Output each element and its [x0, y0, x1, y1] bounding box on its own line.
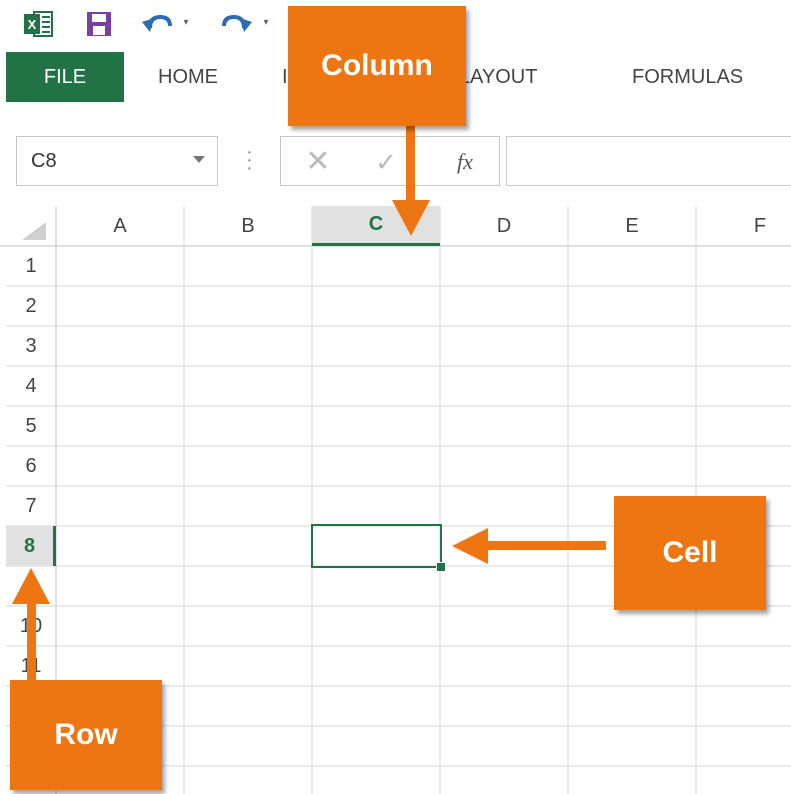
cell-arrow-icon: [452, 528, 606, 564]
row-arrow-icon: [12, 568, 50, 682]
column-arrow-icon: [392, 126, 430, 236]
callout-row: Row: [10, 680, 162, 790]
callout-column: Column: [288, 6, 466, 126]
callout-cell: Cell: [614, 496, 766, 610]
